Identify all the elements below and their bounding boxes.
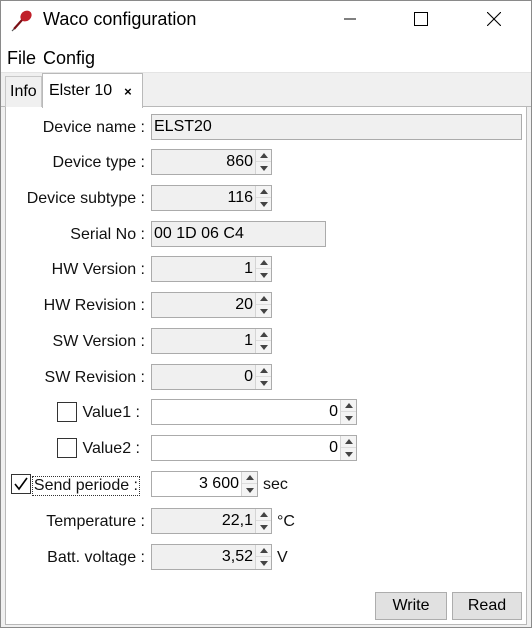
spin-down-icon[interactable] [341,412,356,424]
sw-version-label: SW Version : [52,333,145,350]
tab-strip: Info Elster 10 × [1,73,531,108]
temperature-spinner[interactable]: 22,1 [151,508,272,534]
value2-spinner[interactable]: 0 [151,435,357,461]
temperature-value: 22,1 [221,512,253,529]
value1-spinner[interactable]: 0 [151,399,357,425]
tab-close-icon[interactable]: × [124,84,132,99]
spin-up-icon[interactable] [256,329,271,341]
close-icon [487,12,501,26]
value1-label: Value1 : [82,404,140,421]
batt-voltage-value: 3,52 [221,548,253,565]
device-subtype-value: 116 [227,189,253,206]
spin-up-icon[interactable] [256,186,271,198]
device-name-field[interactable]: ELST20 [151,114,522,140]
value1-value: 0 [329,403,338,420]
spin-down-icon[interactable] [256,269,271,281]
spin-up-icon[interactable] [256,257,271,269]
value1-checkbox[interactable] [57,402,77,422]
send-periode-label: Send periode : [31,476,140,496]
batt-voltage-unit: V [277,549,288,566]
app-window: Waco configuration File Config Info Elst… [0,0,532,628]
tab-info[interactable]: Info [5,76,42,107]
value2-value: 0 [329,439,338,456]
spin-down-icon[interactable] [256,341,271,353]
send-periode-unit: sec [263,476,288,493]
temperature-unit: °C [277,513,295,530]
spin-down-icon[interactable] [256,305,271,317]
menu-file[interactable]: File [7,48,36,69]
spin-down-icon[interactable] [242,484,257,496]
spin-up-icon[interactable] [256,365,271,377]
write-button[interactable]: Write [375,592,447,620]
device-subtype-spinner[interactable]: 116 [151,185,272,211]
batt-voltage-label: Batt. voltage : [47,549,145,566]
spin-down-icon[interactable] [256,198,271,210]
title-bar: Waco configuration [1,1,531,39]
device-type-label: Device type : [52,154,145,171]
spin-down-icon[interactable] [256,377,271,389]
maximize-icon [414,12,428,26]
sw-version-value: 1 [244,332,253,349]
spin-up-icon[interactable] [256,509,271,521]
hw-version-spinner[interactable]: 1 [151,256,272,282]
device-name-label: Device name : [42,119,145,136]
pin-icon [11,8,35,32]
spin-down-icon[interactable] [341,448,356,460]
hw-version-label: HW Version : [51,261,145,278]
maximize-button[interactable] [398,1,444,37]
minimize-button[interactable] [327,1,373,37]
spin-up-icon[interactable] [256,150,271,162]
serial-no-field[interactable]: 00 1D 06 C4 [151,221,326,247]
spin-down-icon[interactable] [256,162,271,174]
send-periode-checkbox[interactable] [11,474,31,494]
tab-info-label: Info [10,83,37,100]
hw-revision-value: 20 [235,296,253,313]
menu-bar: File Config [1,39,531,73]
sw-version-spinner[interactable]: 1 [151,328,272,354]
sw-revision-value: 0 [244,368,253,385]
spin-up-icon[interactable] [242,472,257,484]
spin-up-icon[interactable] [256,545,271,557]
hw-revision-spinner[interactable]: 20 [151,292,272,318]
read-button[interactable]: Read [452,592,522,620]
hw-revision-label: HW Revision : [43,297,145,314]
sw-revision-label: SW Revision : [44,369,145,386]
close-button[interactable] [471,1,517,37]
send-periode-spinner[interactable]: 3 600 [151,471,258,497]
spin-up-icon[interactable] [341,436,356,448]
window-title: Waco configuration [43,9,197,29]
spin-up-icon[interactable] [341,400,356,412]
value2-checkbox[interactable] [57,438,77,458]
sw-revision-spinner[interactable]: 0 [151,364,272,390]
spin-down-icon[interactable] [256,521,271,533]
serial-no-label: Serial No : [70,226,145,243]
device-subtype-label: Device subtype : [26,190,145,207]
send-periode-value: 3 600 [198,475,239,492]
spin-down-icon[interactable] [256,557,271,569]
tab-elster-10[interactable]: Elster 10 × [42,73,143,108]
value2-label: Value2 : [82,440,140,457]
hw-version-value: 1 [244,260,253,277]
menu-config[interactable]: Config [43,48,95,69]
batt-voltage-spinner[interactable]: 3,52 [151,544,272,570]
tab-elster-label: Elster 10 [49,82,113,99]
device-type-value: 860 [226,153,253,170]
temperature-label: Temperature : [46,513,145,530]
minimize-icon [344,18,356,20]
checkmark-icon [14,477,28,491]
device-type-spinner[interactable]: 860 [151,149,272,175]
spin-up-icon[interactable] [256,293,271,305]
